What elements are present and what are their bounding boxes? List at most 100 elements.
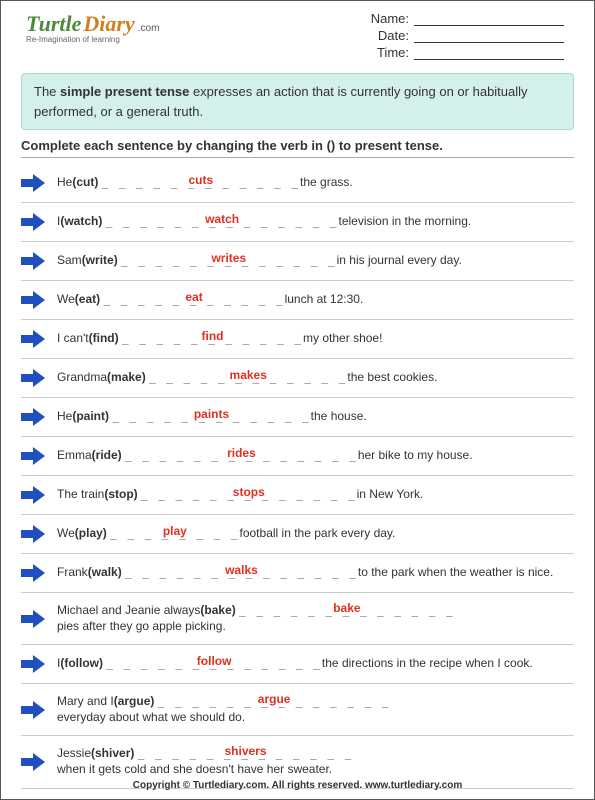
list-item: Emma (ride) _ _ _ _ _ _ _ _ _ _ _ _ _ _r… [21,437,574,476]
sentence-verb: (ride) [92,448,122,464]
sentence-pre: We [57,526,75,542]
sentence-pre: Michael and Jeanie always [57,603,200,619]
answer-blank[interactable]: _ _ _ _ _ _ _ _ _ _ _ _ _writes [121,254,337,268]
sentence-verb: (stop) [104,487,137,503]
sentence-pre: I can't [57,331,89,347]
sentence: Jessie (shiver) _ _ _ _ _ _ _ _ _ _ _ _ … [57,746,574,777]
sentence-verb: (make) [107,370,146,386]
list-item: Frank (walk) _ _ _ _ _ _ _ _ _ _ _ _ _ _… [21,554,574,593]
sentence-pre: Grandma [57,370,107,386]
list-item: Sam (write) _ _ _ _ _ _ _ _ _ _ _ _ _wri… [21,242,574,281]
name-field[interactable] [414,12,564,26]
instruction: Complete each sentence by changing the v… [21,138,574,158]
sentence-verb: (write) [82,253,118,269]
sentence-verb: (bake) [200,603,235,619]
list-item: Mary and I (argue) _ _ _ _ _ _ _ _ _ _ _… [21,684,574,736]
sentence-verb: (walk) [88,565,122,581]
answer-text: eat [185,290,202,306]
answer-blank[interactable]: _ _ _ _ _ _ _ _ _ _ _ _ _ _argue [158,695,391,709]
sentence: Grandma (make) _ _ _ _ _ _ _ _ _ _ _ _ma… [57,370,437,386]
answer-blank[interactable]: _ _ _ _ _ _ _ _ _ _ _ _makes [149,371,347,385]
answer-blank[interactable]: _ _ _ _ _ _ _ _ _ _ _ _paints [112,410,310,424]
sentence-post: the grass. [300,175,353,191]
sentence-pre: Sam [57,253,82,269]
list-item: Grandma (make) _ _ _ _ _ _ _ _ _ _ _ _ma… [21,359,574,398]
definition-pre: The [34,84,60,99]
answer-blank[interactable]: _ _ _ _ _ _ _ _ _ _ _ _ _ _walks [125,566,358,580]
header: Turtle Diary .com Re-Imagination of lear… [1,1,594,65]
sentence-pre: He [57,409,72,425]
answer-text: find [202,329,224,345]
answer-text: walks [225,563,258,579]
sentence-post: football in the park every day. [240,526,396,542]
sentence-post: to the park when the weather is nice. [358,565,553,581]
sentence: The train (stop) _ _ _ _ _ _ _ _ _ _ _ _… [57,487,423,503]
sentence-post: the directions in the recipe when I cook… [322,656,533,672]
bullet-arrow-icon [21,408,45,426]
answer-text: argue [258,692,291,708]
sentence-post: in New York. [357,487,424,503]
sentence-verb: (find) [89,331,119,347]
list-item: I can't (find) _ _ _ _ _ _ _ _ _ _ _find… [21,320,574,359]
sentence: Frank (walk) _ _ _ _ _ _ _ _ _ _ _ _ _ _… [57,565,553,581]
sentence-post: lunch at 12:30. [285,292,364,308]
list-item: He (paint) _ _ _ _ _ _ _ _ _ _ _ _paints… [21,398,574,437]
date-label: Date: [378,28,409,43]
list-item: He (cut) _ _ _ _ _ _ _ _ _ _ _ _cuts the… [21,164,574,203]
sentence-pre: Mary and I [57,694,114,710]
answer-blank[interactable]: _ _ _ _ _ _ _ _ _ _ _ _ _ _watch [106,215,339,229]
sentence-post: everyday about what we should do. [57,710,245,726]
answer-blank[interactable]: _ _ _ _ _ _ _ _ _ _ _ _ _bake [239,604,455,618]
answer-blank[interactable]: _ _ _ _ _ _ _ _ _ _ _ _cuts [102,176,300,190]
sentence: He (paint) _ _ _ _ _ _ _ _ _ _ _ _paints… [57,409,367,425]
list-item: I (follow) _ _ _ _ _ _ _ _ _ _ _ _ _foll… [21,645,574,684]
sentence-post: her bike to my house. [358,448,473,464]
sentence: I can't (find) _ _ _ _ _ _ _ _ _ _ _find… [57,331,382,347]
bullet-arrow-icon [21,330,45,348]
logo-com: .com [138,23,160,34]
bullet-arrow-icon [21,447,45,465]
answer-text: bake [333,601,360,617]
sentence: Sam (write) _ _ _ _ _ _ _ _ _ _ _ _ _wri… [57,253,462,269]
bullet-arrow-icon [21,213,45,231]
sentence: Emma (ride) _ _ _ _ _ _ _ _ _ _ _ _ _ _r… [57,448,473,464]
sentence: I (watch) _ _ _ _ _ _ _ _ _ _ _ _ _ _wat… [57,214,471,230]
logo-diary: Diary [83,11,134,37]
bullet-arrow-icon [21,486,45,504]
items-list: He (cut) _ _ _ _ _ _ _ _ _ _ _ _cuts the… [1,164,594,789]
answer-blank[interactable]: _ _ _ _ _ _ _ _ _ _ _ _ _shivers [138,747,354,761]
sentence-pre: He [57,175,72,191]
list-item: I (watch) _ _ _ _ _ _ _ _ _ _ _ _ _ _wat… [21,203,574,242]
answer-text: watch [205,212,239,228]
sentence-pre: Frank [57,565,88,581]
answer-blank[interactable]: _ _ _ _ _ _ _ _ _ _ _ _ _follow [106,657,322,671]
sentence-post: in his journal every day. [337,253,462,269]
sentence-post: the best cookies. [347,370,437,386]
bullet-arrow-icon [21,753,45,771]
sentence: Mary and I (argue) _ _ _ _ _ _ _ _ _ _ _… [57,694,574,725]
answer-blank[interactable]: _ _ _ _ _ _ _ _ _ _ _ _ _ _rides [125,449,358,463]
sentence-pre: The train [57,487,104,503]
time-field[interactable] [414,46,564,60]
bullet-arrow-icon [21,369,45,387]
answer-blank[interactable]: _ _ _ _ _ _ _ _ _ _ _find [122,332,303,346]
answer-blank[interactable]: _ _ _ _ _ _ _ _play [110,527,239,541]
date-field[interactable] [414,29,564,43]
answer-blank[interactable]: _ _ _ _ _ _ _ _ _ _ _eat [103,293,284,307]
answer-text: writes [211,251,246,267]
sentence-post: television in the morning. [339,214,472,230]
sentence-verb: (watch) [60,214,102,230]
sentence-verb: (cut) [72,175,98,191]
definition-box: The simple present tense expresses an ac… [21,73,574,130]
sentence-pre: Emma [57,448,92,464]
logo-tagline: Re-Imagination of learning [26,35,159,44]
answer-blank[interactable]: _ _ _ _ _ _ _ _ _ _ _ _ _stops [141,488,357,502]
definition-bold: simple present tense [60,84,189,99]
sentence-verb: (play) [75,526,107,542]
answer-text: paints [194,407,229,423]
sentence: We (eat) _ _ _ _ _ _ _ _ _ _ _eat lunch … [57,292,363,308]
bullet-arrow-icon [21,174,45,192]
sentence-verb: (paint) [72,409,109,425]
footer: Copyright © Turtlediary.com. All rights … [1,780,594,791]
bullet-arrow-icon [21,291,45,309]
